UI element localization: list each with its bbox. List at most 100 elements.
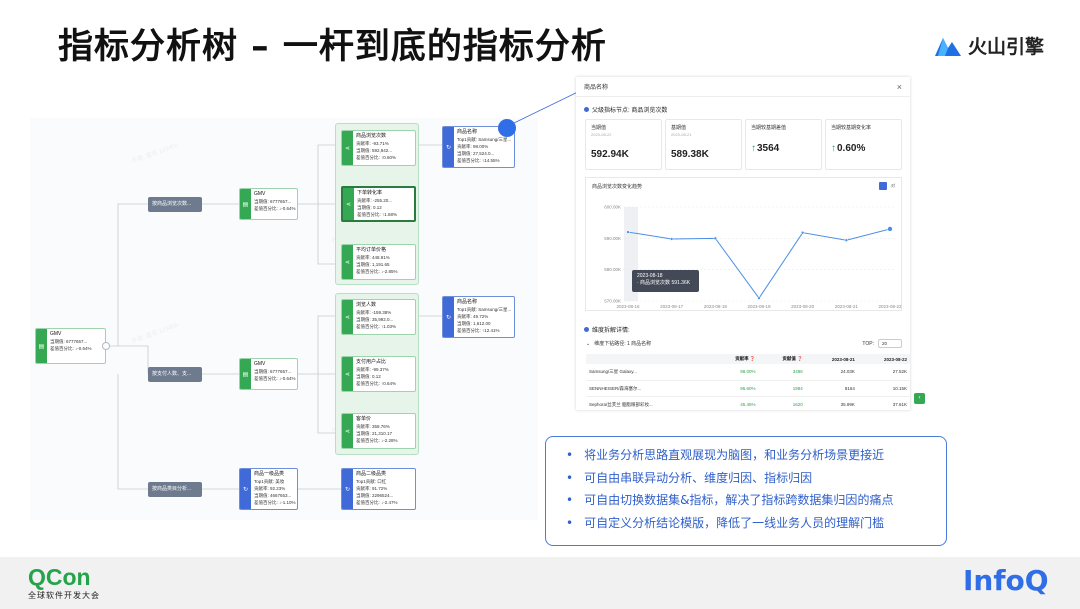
metric-node-paying-ratio[interactable]: ⋖ 支付用户占比 贡献率: -99.37% 当期值: 0.12 差值百分比: ↑… — [341, 356, 416, 392]
node-line: 当期值: 592,942... — [356, 148, 393, 153]
metric-label: 当期值 — [591, 125, 607, 131]
node-line: 当期值: 35,992.0... — [356, 317, 394, 322]
table-header — [586, 354, 712, 364]
table-row[interactable]: SENNHEISER/森海塞尔... 95.60% 1994 8164 10.1… — [586, 380, 910, 397]
data-point — [713, 236, 717, 240]
node-line: 当期值: 0.12 — [356, 374, 381, 379]
x-tick-label: 2023-08-17 — [660, 304, 684, 309]
panel-title: 商品名称 — [584, 85, 609, 91]
table-cell: 1620 — [758, 396, 806, 410]
section-title: 父级指标节点: 商品浏览次数 — [592, 108, 668, 114]
node-line: 贡献率: -159.38% — [356, 310, 392, 315]
slide-title: 指标分析树 – 一杆到底的指标分析 — [58, 27, 607, 67]
table-cell: 45.45% — [711, 396, 759, 410]
node-line: 当期值: 27,524.0... — [457, 151, 495, 156]
gmv-node[interactable]: ▤ GMV 当期值: 6777657... 差值百分比: ↓-0.64% — [239, 358, 298, 390]
node-line: 贡献率: 358.76% — [356, 424, 390, 429]
analysis-group-node[interactable]: 按支付人数、支... — [148, 367, 202, 382]
node-title: 商品名称 — [457, 299, 478, 305]
feature-bullet: 可自定义分析结论模版，降低了一线业务人员的理解门槛 — [566, 512, 946, 535]
collapse-toggle[interactable] — [102, 342, 110, 350]
chart-tooltip: 2023-08-18 · 商品浏览次数 591.36K — [632, 270, 699, 292]
metric-value: 3564 — [751, 143, 816, 154]
doc-icon: ▤ — [240, 189, 251, 219]
analysis-group-node[interactable]: 按商品浏览次数... — [148, 197, 202, 212]
share-icon: ⋖ — [342, 357, 353, 391]
x-tick-label: 2023-08-20 — [791, 304, 815, 309]
table-cell: 98.00% — [711, 364, 759, 381]
feature-summary-box: 将业务分析思路直观展现为脑图，和业务分析场景更接近 可自由串联异动分析、维度归因… — [545, 436, 947, 546]
node-line: 当期值: 6777657... — [254, 199, 292, 204]
table-cell: 35.99K — [805, 396, 858, 410]
node-line: 当期值: 4667653... — [254, 493, 292, 498]
share-icon: ⋖ — [342, 300, 353, 334]
table-cell: 8164 — [805, 380, 858, 397]
share-icon: ⋖ — [342, 414, 353, 448]
node-title: GMV — [50, 331, 62, 337]
close-icon[interactable]: × — [897, 82, 902, 92]
gmv-node[interactable]: ▤ GMV 当期值: 6777657... 差值百分比: ↓-0.64% — [239, 188, 298, 220]
data-point — [670, 237, 674, 241]
expand-button[interactable]: ‹ — [914, 393, 925, 404]
feature-bullet: 可自由切换数据集&指标，解决了指标跨数据集归因的痛点 — [566, 489, 946, 512]
infoq-logo: InfoQ — [963, 564, 1049, 597]
table-row[interactable]: Sephora/丝芙兰 胭脂眼部彩妆... 45.45% 1620 35.99K… — [586, 396, 910, 410]
share-icon: ⋖ — [343, 188, 354, 220]
y-tick-label: 600.00K — [604, 205, 621, 210]
x-tick-label: 2023-08-19 — [747, 304, 771, 309]
parent-metric-label: 父级指标节点: 商品浏览次数 — [584, 105, 667, 114]
chevron-down-icon[interactable]: ⌄ — [586, 341, 590, 347]
node-line: 差值百分比: ↓-2.47% — [356, 500, 398, 505]
node-line: 当期值: 1,191.65 — [356, 262, 390, 267]
table-header[interactable]: 贡献值 ❓ — [758, 354, 806, 364]
metric-label: 当期较基期差值 — [751, 125, 787, 131]
root-metric-node[interactable]: ▤ GMV 当期值: 6777657... 差值百分比: ↓-0.64% — [35, 328, 106, 364]
node-line: 当期值: 6777657... — [50, 339, 88, 344]
node-line: 差值百分比: ↑12.41% — [457, 328, 500, 333]
top-input[interactable]: 20 — [878, 339, 902, 348]
x-tick-label: 2023-08-22 — [878, 304, 902, 309]
node-line: 当期值: 2296524... — [356, 493, 394, 498]
product-name-node[interactable]: ↻ 商品名称 Top1贡献: Samsung/三星... 贡献率: 49.72%… — [442, 296, 515, 338]
metric-node-avg-order-price[interactable]: ⋖ 平均订单价格 贡献率: 448.91% 当期值: 1,191.65 差值百分… — [341, 244, 416, 280]
node-title: 商品二级品类 — [356, 471, 387, 477]
y-tick-label: 590.00K — [604, 236, 621, 241]
category-level1-node[interactable]: ↻ 商品一级品类 Top1贡献: 美妆 贡献率: 92.23% 当期值: 466… — [239, 468, 298, 510]
node-title: GMV — [254, 361, 266, 367]
table-row[interactable]: Samsung/三星 Galaxy... 98.00% 3496 24.03K … — [586, 364, 910, 381]
y-tick-label: 580.00K — [604, 267, 621, 272]
metric-card-rate: 当期较基期变化率 0.60% — [825, 119, 902, 170]
table-header[interactable]: 贡献率 ❓ — [711, 354, 759, 364]
panel-header: 商品名称 × — [576, 77, 910, 97]
table-header[interactable]: 2023-08-21 — [805, 354, 858, 364]
data-point — [757, 296, 761, 300]
table-cell: Samsung/三星 Galaxy... — [586, 364, 712, 381]
qcon-wordmark: QCon — [28, 564, 91, 590]
metric-label: 当期较基期变化率 — [831, 125, 872, 131]
node-line: 差值百分比: ↑1.03% — [356, 324, 397, 329]
node-line: Top1贡献: 口红 — [356, 479, 387, 484]
analysis-group-node[interactable]: 按商品类目分析... — [148, 482, 202, 497]
node-title: 支付用户占比 — [356, 359, 387, 365]
feature-bullet: 将业务分析思路直观展现为脑图，和业务分析场景更接近 — [566, 444, 946, 467]
node-line: 当期值: 1,612.00 — [457, 321, 491, 326]
metric-node-page-views[interactable]: ⋖ 商品浏览次数 贡献率: -93.71% 当期值: 592,942... 差值… — [341, 130, 416, 166]
x-tick-label: 2023-08-21 — [835, 304, 859, 309]
feature-bullet: 可自由串联异动分析、维度归因、指标归因 — [566, 467, 946, 490]
node-line: 贡献率: 98.00% — [457, 144, 489, 149]
metric-node-unit-price[interactable]: ⋖ 客单价 贡献率: 358.76% 当期值: 21,310.17 差值百分比:… — [341, 413, 416, 449]
table-cell: SENNHEISER/森海塞尔... — [586, 380, 712, 397]
metric-value: 592.94K — [591, 149, 629, 160]
metric-node-order-conversion[interactable]: ⋖ 下单转化率 贡献率: -255.20... 当期值: 0.12 差值百分比:… — [341, 186, 416, 222]
node-detail-panel: 商品名称 × 父级指标节点: 商品浏览次数 当期值 2023-08-22 592… — [576, 77, 910, 410]
table-header[interactable]: 2023-08-22 — [857, 354, 910, 364]
metric-analysis-tree[interactable]: 作者: 匿名 123456 作者: 匿名 123456 作者: 匿名 12345… — [30, 118, 538, 520]
node-line: 差值百分比: ↑0.64% — [356, 381, 397, 386]
metric-node-visitors[interactable]: ⋖ 浏览人数 贡献率: -159.38% 当期值: 35,992.0... 差值… — [341, 299, 416, 335]
node-line: 贡献率: 92.23% — [254, 486, 286, 491]
node-line: 贡献率: -99.37% — [356, 367, 389, 372]
node-title: 商品浏览次数 — [356, 133, 387, 139]
top-label: TOP: — [862, 340, 874, 347]
category-level2-node[interactable]: ↻ 商品二级品类 Top1贡献: 口红 贡献率: 91.72% 当期值: 229… — [341, 468, 416, 510]
table-cell: 24.03K — [805, 364, 858, 381]
